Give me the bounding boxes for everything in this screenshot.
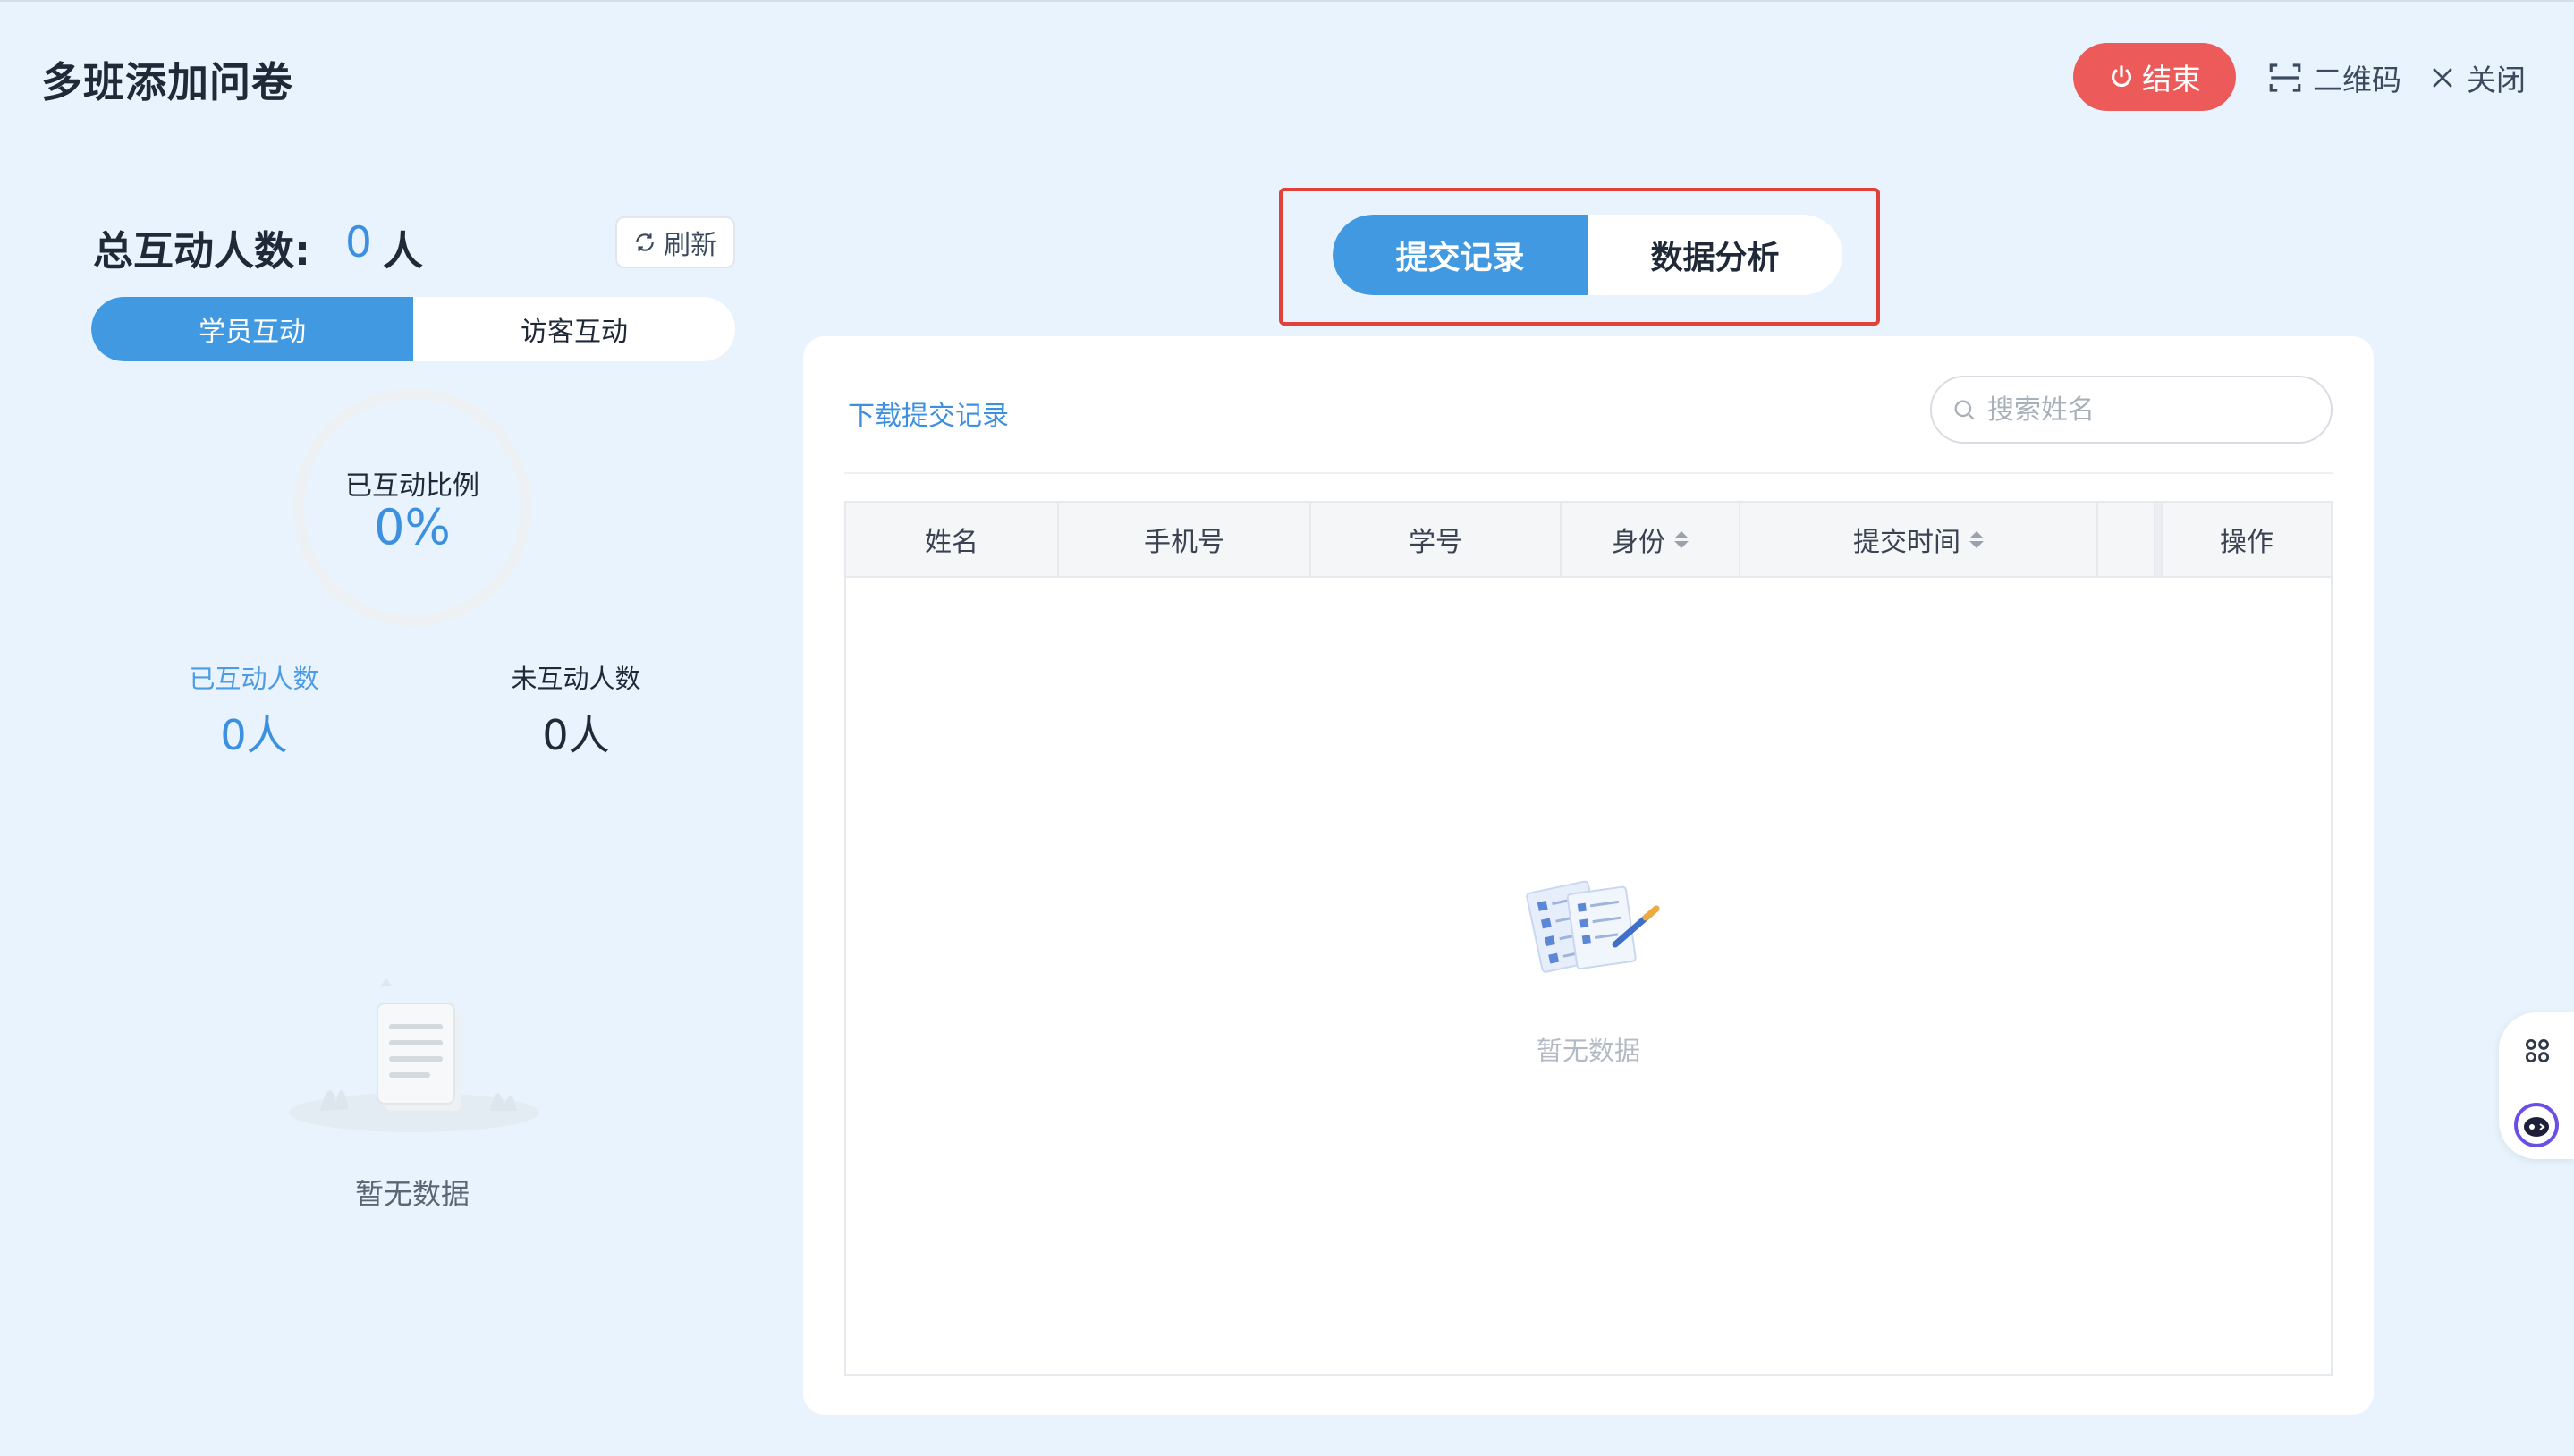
left-empty-text: 暂无数据	[354, 1177, 470, 1211]
column-header-submit-time[interactable]: 提交时间	[1740, 503, 2098, 576]
apps-button[interactable]	[2515, 1029, 2560, 1073]
end-button[interactable]: 结束	[2073, 43, 2236, 111]
column-header-name-label: 姓名	[925, 527, 978, 558]
search-icon	[1954, 400, 1975, 420]
interacted-count-label: 已互动人数	[189, 664, 319, 694]
close-label: 关闭	[2467, 63, 2526, 97]
view-tabs: 提交记录 数据分析	[1333, 215, 1842, 295]
tab-data-analysis[interactable]: 数据分析	[1588, 215, 1842, 295]
close-button[interactable]: 关闭	[2427, 55, 2526, 100]
not-interacted-count-value: 0人	[542, 711, 610, 759]
total-interactions-label: 总互动人数:	[93, 227, 310, 275]
apps-icon	[2525, 1038, 2550, 1063]
table-header: 姓名 手机号 学号 身份 提交时间 操作	[846, 503, 2331, 578]
assistant-bot-icon	[2514, 1103, 2559, 1147]
column-header-identity[interactable]: 身份	[1562, 503, 1740, 576]
page-title: 多班添加问卷	[41, 58, 293, 106]
sort-icon[interactable]	[1674, 530, 1689, 548]
tab-visitor-interaction[interactable]: 访客互动	[413, 297, 735, 361]
assistant-button[interactable]	[2511, 1100, 2561, 1150]
column-header-phone: 手机号	[1059, 503, 1311, 576]
not-interacted-count-label: 未互动人数	[511, 664, 641, 694]
column-header-identity-label: 身份	[1612, 527, 1665, 558]
search-box	[1930, 376, 2333, 444]
column-header-student-id: 学号	[1311, 503, 1562, 576]
interaction-ratio-label: 已互动比例	[345, 470, 479, 502]
column-header-phone-label: 手机号	[1144, 527, 1224, 558]
column-header-actions-label: 操作	[2220, 527, 2273, 558]
interacted-count-value: 0人	[220, 711, 288, 759]
card-divider	[844, 472, 2333, 474]
refresh-label: 刷新	[664, 230, 717, 261]
interaction-ratio-value: 0%	[374, 499, 451, 555]
search-name-input[interactable]	[1986, 393, 2311, 427]
column-header-spacer	[2098, 503, 2155, 576]
refresh-icon	[636, 233, 654, 251]
table-empty-text: 暂无数据	[1536, 1036, 1640, 1066]
interaction-type-switch: 学员互动 访客互动	[91, 297, 735, 361]
download-records-link[interactable]: 下载提交记录	[848, 394, 1009, 433]
fixed-column-shadow	[2155, 503, 2163, 576]
tab-submission-records[interactable]: 提交记录	[1333, 215, 1588, 295]
column-header-name: 姓名	[846, 503, 1059, 576]
tab-student-interaction[interactable]: 学员互动	[91, 297, 413, 361]
qr-code-button[interactable]: 二维码	[2266, 55, 2401, 100]
end-button-label: 结束	[2142, 62, 2201, 97]
column-header-student-id-label: 学号	[1409, 527, 1462, 558]
refresh-button[interactable]: 刷新	[615, 216, 735, 268]
top-border	[0, 0, 2574, 2]
empty-document-illustration	[289, 978, 539, 1132]
scan-icon	[2269, 63, 2301, 92]
close-icon	[2433, 68, 2452, 88]
column-header-submit-time-label: 提交时间	[1853, 527, 1960, 558]
sort-icon[interactable]	[1969, 530, 1984, 548]
empty-survey-illustration	[1526, 880, 1660, 973]
total-interactions-unit: 人	[383, 227, 424, 275]
power-icon	[2112, 65, 2131, 88]
qr-code-label: 二维码	[2313, 63, 2401, 97]
total-interactions-value: 0	[345, 218, 372, 267]
column-header-actions: 操作	[2163, 503, 2331, 576]
